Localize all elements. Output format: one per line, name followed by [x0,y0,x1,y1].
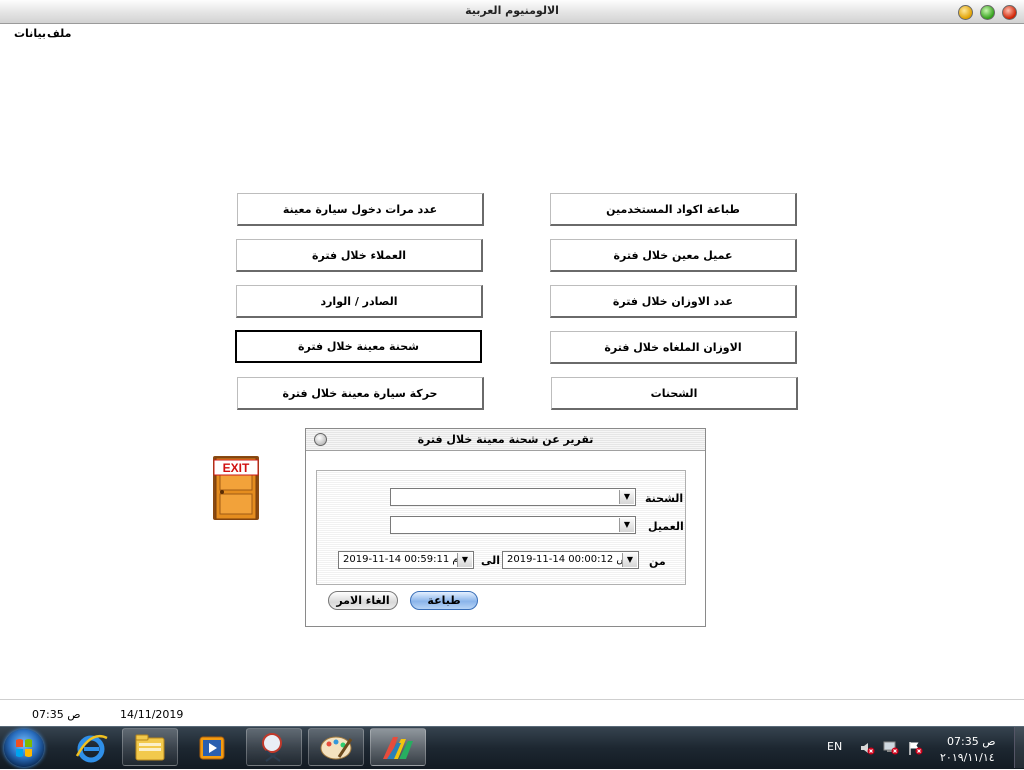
title-bar: الالومنيوم العربية [0,0,1024,24]
status-date: 14/11/2019 [120,708,184,721]
shipment-label: الشحنة [645,492,684,505]
from-date-value: 2019-11-14 00:00:12 ص [507,554,628,565]
start-button[interactable] [4,729,44,767]
menu-bar: بيانات ملف [0,24,1024,42]
report-weights-count-button[interactable]: عدد الاوزان خلال فترة [550,285,797,318]
to-label: الى [481,554,501,567]
report-shipments-button[interactable]: الشحنات [551,377,798,410]
to-date-picker[interactable]: 2019-11-14 00:59:11 م ▼ [338,551,474,569]
print-button[interactable]: طباعة [410,591,478,610]
report-outgoing-incoming-button[interactable]: الصادر / الوارد [236,285,483,318]
volume-muted-icon[interactable] [859,740,875,756]
action-center-flag-icon[interactable] [907,740,923,756]
report-customers-period-button[interactable]: العملاء خلال فترة [236,239,483,272]
clock-time[interactable]: ص 07:35 [947,735,996,748]
cancel-button[interactable]: الغاء الامر [328,591,398,610]
taskbar-aluminium-app-button[interactable] [370,728,426,766]
chevron-down-icon[interactable]: ▼ [619,490,634,504]
taskbar-explorer-button[interactable] [122,728,178,766]
minimize-button[interactable] [958,5,973,20]
taskbar-paint-button[interactable] [308,728,364,766]
customer-select[interactable]: ▼ [390,516,636,534]
from-label: من [649,555,666,568]
aluminium-app-icon [383,737,413,759]
report-specific-shipment-button[interactable]: شحنة معينة خلال فترة [235,330,482,363]
chevron-down-icon[interactable]: ▼ [619,518,634,532]
snipping-tool-icon [262,733,282,762]
maximize-button[interactable] [980,5,995,20]
report-cancelled-weights-button[interactable]: الاوزان الملغاه خلال فترة [550,331,797,364]
status-bar: ص 07:35 14/11/2019 [0,699,1024,727]
dialog-title: تقرير عن شحنة معينة خلال فترة [417,433,594,446]
exit-sign-text: EXIT [223,461,250,475]
shipment-select[interactable]: ▼ [390,488,636,506]
report-specific-customer-button[interactable]: عميل معين خلال فترة [550,239,797,272]
report-car-entries-button[interactable]: عدد مرات دخول سيارة معينة [237,193,484,226]
network-error-icon[interactable] [883,740,899,756]
report-dialog: تقرير عن شحنة معينة خلال فترة ▼ الشحنة ▼… [305,428,706,627]
report-car-movement-button[interactable]: حركة سيارة معينة خلال فترة [237,377,484,410]
taskbar-snipping-tool-button[interactable] [246,728,302,766]
from-date-picker[interactable]: 2019-11-14 00:00:12 ص ▼ [502,551,639,569]
media-player-icon[interactable] [196,732,228,764]
internet-explorer-icon[interactable] [74,732,108,764]
clock-date[interactable]: ٢٠١٩/١١/١٤ [940,751,995,764]
exit-icon[interactable]: EXIT [209,452,263,522]
paint-icon [320,736,353,760]
print-user-codes-button[interactable]: طباعة اكواد المستخدمين [550,193,797,226]
status-time: ص 07:35 [32,708,81,721]
chevron-down-icon[interactable]: ▼ [622,553,637,567]
close-button[interactable] [1002,5,1017,20]
window-title: الالومنيوم العربية [465,4,559,17]
language-indicator[interactable]: EN [827,740,842,753]
show-desktop-button[interactable] [1014,727,1024,768]
customer-label: العميل [648,520,684,533]
to-date-value: 2019-11-14 00:59:11 م [343,554,459,565]
explorer-icon [135,734,165,761]
menu-file[interactable]: ملف [47,27,71,40]
menu-data[interactable]: بيانات [14,27,46,40]
chevron-down-icon[interactable]: ▼ [457,553,472,567]
dialog-title-bar: تقرير عن شحنة معينة خلال فترة [306,429,705,451]
